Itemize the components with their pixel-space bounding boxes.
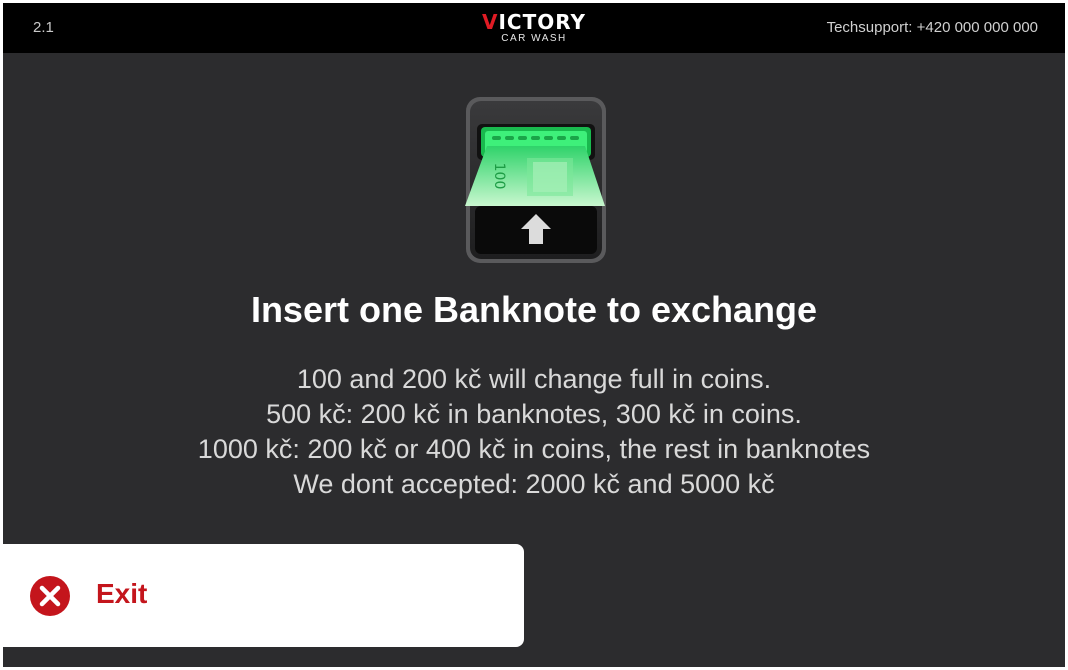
rule-line: 1000 kč: 200 kč or 400 kč in coins, the … <box>197 434 871 464</box>
logo-initial: V <box>481 10 499 34</box>
page-title: Insert one Banknote to exchange <box>250 289 818 330</box>
techsupport-phone: Techsupport: +420 000 000 000 <box>826 19 1038 36</box>
rule-line: 100 and 200 kč will change full in coins… <box>296 364 772 394</box>
banknote-insert-icon: 100 <box>465 97 606 263</box>
rule-line: 500 kč: 200 kč in banknotes, 300 kč in c… <box>266 399 802 429</box>
banknote-value: 100 <box>491 163 507 190</box>
exit-button[interactable]: Exit <box>3 544 524 647</box>
exchange-rules: 100 and 200 kč will change full in coins… <box>3 362 1065 502</box>
screen: 2.1 VICTORY CAR WASH Techsupport: +420 0… <box>3 3 1065 667</box>
close-circle-icon <box>30 576 70 616</box>
exit-label: Exit <box>96 578 148 609</box>
rule-line: We dont accepted: 2000 kč and 5000 kč <box>293 469 775 499</box>
top-bar: 2.1 VICTORY CAR WASH Techsupport: +420 0… <box>3 3 1065 53</box>
logo-text: ICTORY <box>498 10 587 34</box>
